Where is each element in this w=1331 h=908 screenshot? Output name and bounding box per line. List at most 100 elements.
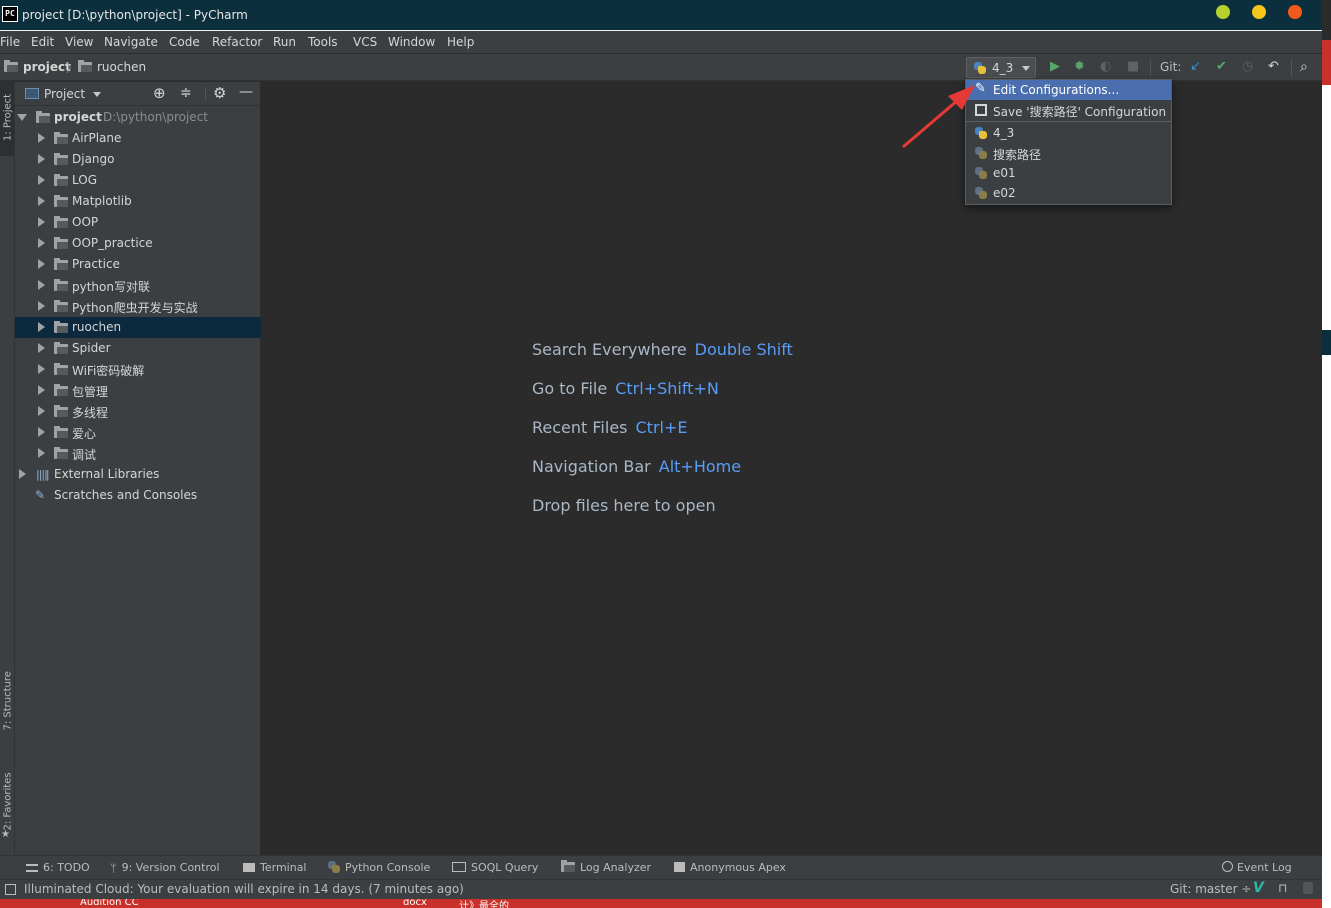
tree-folder-wifi[interactable]: WiFi密码破解 bbox=[15, 359, 261, 380]
menu-window[interactable]: Window bbox=[388, 35, 435, 49]
collapse-arrow-icon[interactable] bbox=[38, 238, 45, 248]
window-dot-yellow[interactable] bbox=[1252, 5, 1266, 19]
popup-config-e02[interactable]: e02 bbox=[966, 183, 1171, 203]
tree-root[interactable]: project D:\python\project bbox=[15, 107, 261, 128]
tree-folder-oop[interactable]: OOP bbox=[15, 212, 261, 233]
window-dot-green[interactable] bbox=[1216, 5, 1230, 19]
breadcrumb-project[interactable]: project bbox=[4, 60, 71, 74]
menu-help[interactable]: Help bbox=[447, 35, 474, 49]
tab-soql-query[interactable]: SOQL Query bbox=[452, 861, 538, 874]
stop-icon[interactable]: ■ bbox=[1127, 59, 1139, 75]
tab-python-console[interactable]: Python Console bbox=[328, 861, 430, 874]
python-icon bbox=[975, 187, 987, 199]
vcs-commit-icon[interactable]: ✔ bbox=[1216, 59, 1227, 75]
collapse-arrow-icon[interactable] bbox=[38, 133, 45, 143]
collapse-all-icon[interactable]: ≑ bbox=[180, 85, 192, 101]
menu-view[interactable]: View bbox=[65, 35, 93, 49]
taskbar-item-docx[interactable]: docx bbox=[403, 899, 427, 908]
tree-folder-python-couplets[interactable]: python写对联 bbox=[15, 275, 261, 296]
tree-folder-package-mgmt[interactable]: 包管理 bbox=[15, 380, 261, 401]
lock-icon[interactable]: ⊓ bbox=[1278, 881, 1287, 895]
git-branch-widget[interactable]: Git: master ÷ bbox=[1170, 882, 1251, 896]
tree-folder-log[interactable]: LOG bbox=[15, 170, 261, 191]
popup-config-e01[interactable]: e01 bbox=[966, 163, 1171, 183]
menu-vcs[interactable]: VCS bbox=[353, 35, 377, 49]
log-analyzer-icon bbox=[561, 860, 575, 872]
collapse-arrow-icon[interactable] bbox=[38, 343, 45, 353]
collapse-arrow-icon[interactable] bbox=[38, 385, 45, 395]
collapse-arrow-icon[interactable] bbox=[38, 280, 45, 290]
tab-terminal[interactable]: Terminal bbox=[243, 861, 307, 874]
tab-favorites[interactable]: 2: Favorites bbox=[3, 772, 14, 830]
debug-icon[interactable]: ✹ bbox=[1074, 59, 1085, 75]
menu-file[interactable]: File bbox=[0, 35, 20, 49]
breadcrumb-ruochen[interactable]: ruochen bbox=[78, 60, 146, 74]
vcs-revert-icon[interactable]: ↶ bbox=[1268, 59, 1279, 75]
search-icon[interactable]: ⌕ bbox=[1300, 59, 1308, 75]
collapse-arrow-icon[interactable] bbox=[38, 175, 45, 185]
tree-folder-ruochen[interactable]: ruochen bbox=[15, 317, 261, 338]
collapse-arrow-icon[interactable] bbox=[38, 406, 45, 416]
project-panel: Project ⊕ ≑ ⚙ — project D:\python\projec… bbox=[15, 82, 261, 855]
tree-folder-heart[interactable]: 爱心 bbox=[15, 422, 261, 443]
collapse-arrow-icon[interactable] bbox=[38, 364, 45, 374]
collapse-arrow-icon[interactable] bbox=[38, 259, 45, 269]
collapse-arrow-icon[interactable] bbox=[19, 469, 26, 479]
vcs-update-icon[interactable]: ↙ bbox=[1190, 59, 1201, 75]
popup-edit-configurations[interactable]: ✎ Edit Configurations... bbox=[966, 80, 1171, 100]
tab-event-log[interactable]: Event Log bbox=[1222, 861, 1292, 874]
python-icon bbox=[974, 62, 986, 74]
tree-external-libraries[interactable]: |||‖ External Libraries bbox=[15, 464, 261, 485]
menu-edit[interactable]: Edit bbox=[31, 35, 54, 49]
menu-code[interactable]: Code bbox=[169, 35, 200, 49]
menu-run[interactable]: Run bbox=[273, 35, 296, 49]
folder-icon bbox=[54, 363, 68, 375]
run-icon[interactable]: ▶ bbox=[1050, 59, 1060, 75]
tab-project[interactable]: 1: Project bbox=[3, 90, 14, 146]
vcs-history-icon[interactable]: ◷ bbox=[1242, 59, 1253, 75]
gear-icon[interactable]: ⚙ bbox=[213, 84, 226, 102]
tab-structure[interactable]: 7: Structure bbox=[3, 671, 14, 730]
expand-arrow-icon[interactable] bbox=[17, 114, 27, 121]
tree-folder-debug[interactable]: 调试 bbox=[15, 443, 261, 464]
tree-folder-matplotlib[interactable]: Matplotlib bbox=[15, 191, 261, 212]
project-view-icon bbox=[25, 88, 39, 99]
tree-folder-oop-practice[interactable]: OOP_practice bbox=[15, 233, 261, 254]
run-with-coverage-icon[interactable]: ◐ bbox=[1100, 59, 1111, 75]
tree-folder-django[interactable]: Django bbox=[15, 149, 261, 170]
toggle-tool-windows-icon[interactable] bbox=[5, 884, 16, 895]
taskbar-item-audition[interactable]: Audition CC bbox=[80, 899, 139, 908]
menu-tools[interactable]: Tools bbox=[308, 35, 338, 49]
popup-config-4-3[interactable]: 4_3 bbox=[966, 123, 1171, 143]
tree-folder-spider[interactable]: Spider bbox=[15, 338, 261, 359]
window-dot-red[interactable] bbox=[1288, 5, 1302, 19]
collapse-arrow-icon[interactable] bbox=[38, 154, 45, 164]
collapse-arrow-icon[interactable] bbox=[38, 322, 45, 332]
menu-refactor[interactable]: Refactor bbox=[212, 35, 262, 49]
collapse-arrow-icon[interactable] bbox=[38, 196, 45, 206]
tree-folder-multithreading[interactable]: 多线程 bbox=[15, 401, 261, 422]
tab-log-analyzer[interactable]: Log Analyzer bbox=[561, 860, 651, 874]
collapse-arrow-icon[interactable] bbox=[38, 217, 45, 227]
minimize-icon[interactable]: — bbox=[239, 84, 253, 100]
tree-folder-practice[interactable]: Practice bbox=[15, 254, 261, 275]
run-configuration-selector[interactable]: 4_3 bbox=[966, 57, 1036, 78]
project-view-selector[interactable]: Project bbox=[44, 87, 85, 101]
tree-folder-airplane[interactable]: AirPlane bbox=[15, 128, 261, 149]
tab-anonymous-apex[interactable]: Anonymous Apex bbox=[674, 861, 786, 874]
taskbar-item-doc2[interactable]: 计》最全的 bbox=[459, 899, 509, 908]
tree-root-name: project bbox=[54, 110, 102, 124]
locate-icon[interactable]: ⊕ bbox=[153, 84, 166, 102]
tree-scratches[interactable]: ✎ Scratches and Consoles bbox=[15, 485, 261, 506]
tree-folder-python-crawler[interactable]: Python爬虫开发与实战 bbox=[15, 296, 261, 317]
tab-version-control[interactable]: ᛘ 9: Version Control bbox=[110, 861, 220, 875]
scratches-icon: ✎ bbox=[35, 488, 46, 502]
collapse-arrow-icon[interactable] bbox=[38, 448, 45, 458]
popup-save-configuration[interactable]: Save '搜索路径' Configuration bbox=[966, 100, 1171, 120]
tab-todo[interactable]: 6: TODO bbox=[26, 861, 90, 874]
collapse-arrow-icon[interactable] bbox=[38, 301, 45, 311]
status-message[interactable]: Illuminated Cloud: Your evaluation will … bbox=[24, 882, 464, 896]
collapse-arrow-icon[interactable] bbox=[38, 427, 45, 437]
menu-navigate[interactable]: Navigate bbox=[104, 35, 158, 49]
popup-config-search-path[interactable]: 搜索路径 bbox=[966, 143, 1171, 163]
